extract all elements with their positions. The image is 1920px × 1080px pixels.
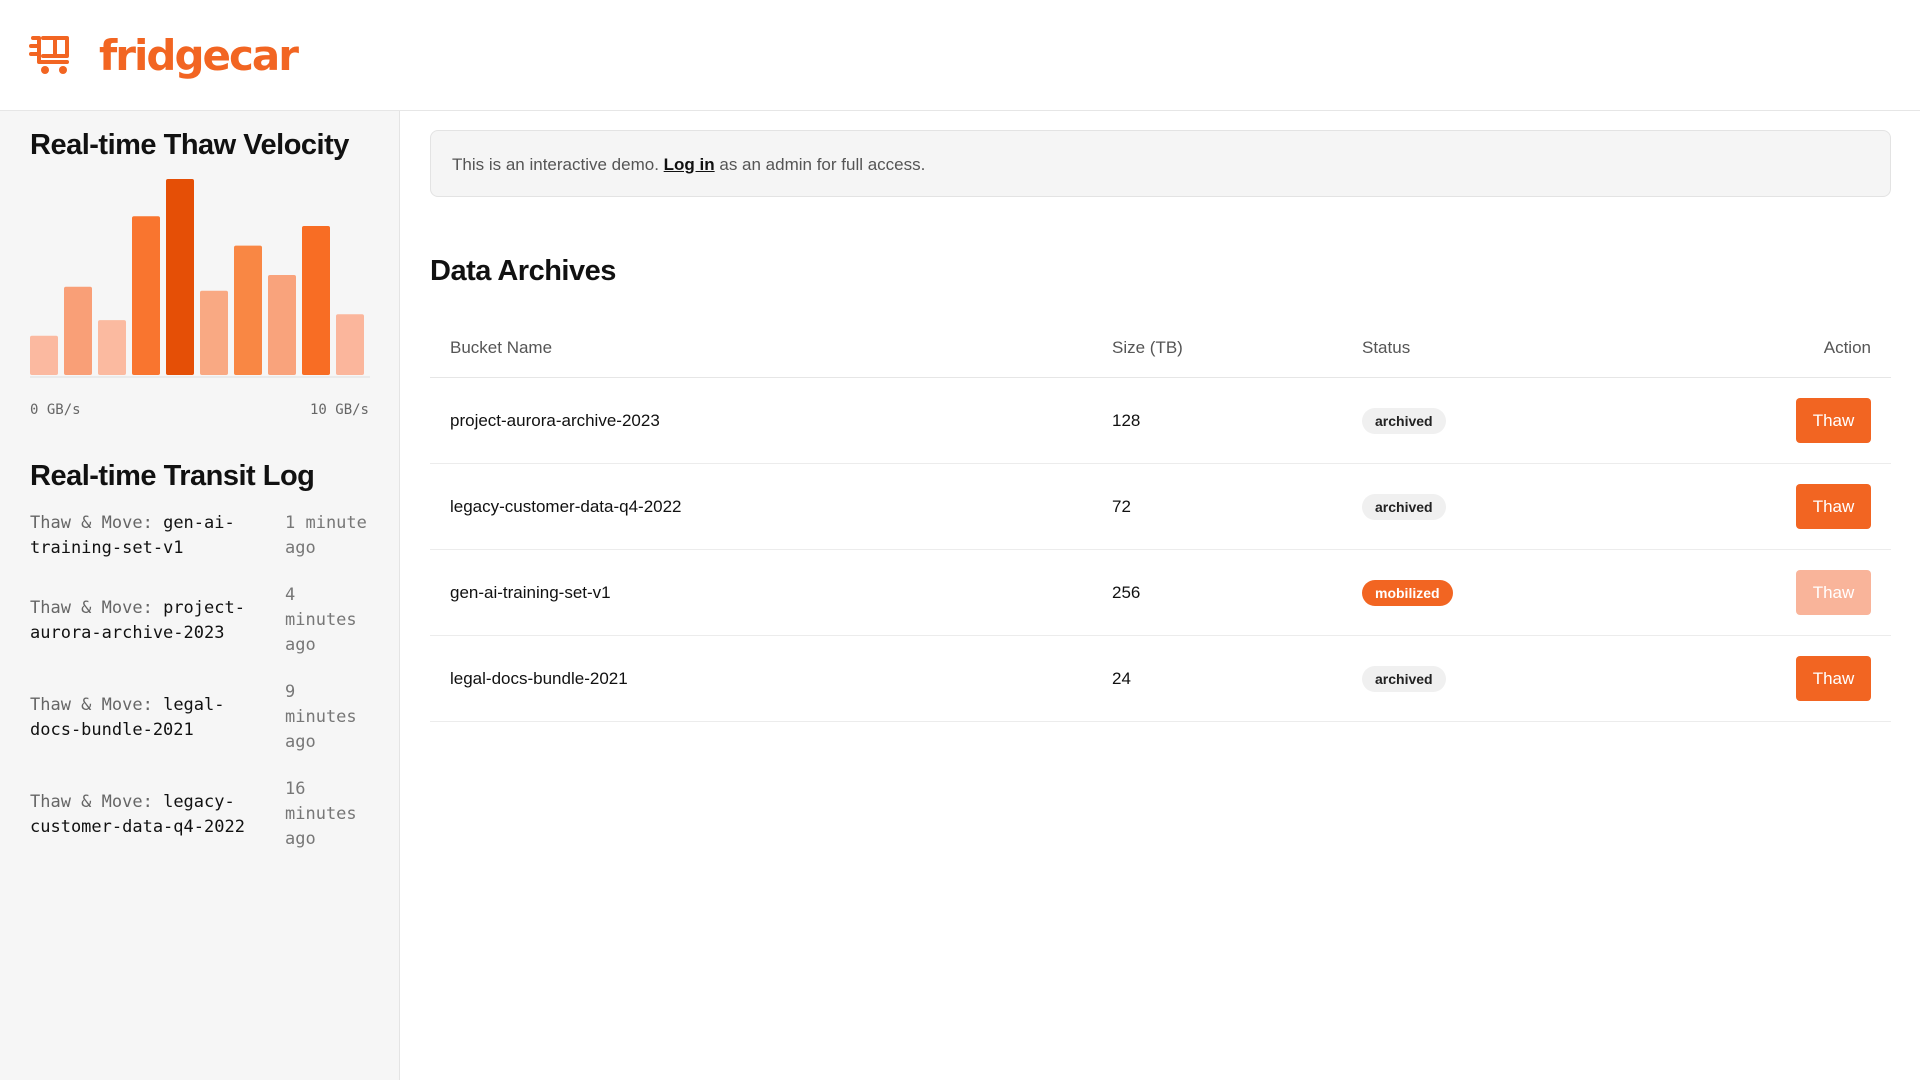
velocity-bar [132,216,160,375]
velocity-bar [268,275,296,375]
velocity-bar [98,320,126,375]
log-entry: Thaw & Move: gen-ai-training-set-v1 1 mi… [30,511,375,561]
bucket-size: 24 [1112,668,1131,688]
action-cell: Thaw [1796,550,1871,635]
login-link[interactable]: Log in [664,155,715,174]
transit-log: Thaw & Move: gen-ai-training-set-v1 1 mi… [30,511,375,874]
status-cell: archived [1362,636,1446,721]
table-row: legal-docs-bundle-2021 24 archived Thaw [430,636,1891,722]
axis-min-label: 0 GB/s [30,402,81,418]
bucket-size: 256 [1112,582,1141,602]
column-header-size: Size (TB) [1112,337,1183,357]
page-title: Data Archives [430,255,616,287]
demo-banner: This is an interactive demo. Log in as a… [430,130,1891,197]
status-cell: archived [1362,464,1446,549]
banner-prefix: This is an interactive demo. [452,155,664,174]
log-entry-time: 9 minutes ago [285,682,357,752]
status-badge: mobilized [1362,579,1453,606]
brand-logo-text[interactable]: fridgecar [99,30,299,82]
status-badge: archived [1362,493,1446,520]
archives-table: Bucket Name Size (TB) Status Action proj… [430,318,1891,722]
bucket-size: 128 [1112,410,1141,430]
log-entry-time: 1 minute ago [285,513,367,558]
log-entry: Thaw & Move: legal-docs-bundle-2021 9 mi… [30,680,375,755]
table-row: gen-ai-training-set-v1 256 mobilized Tha… [430,550,1891,636]
velocity-bar [64,286,92,375]
thaw-button[interactable]: Thaw [1796,398,1871,443]
column-header-status: Status [1362,337,1411,357]
status-badge: archived [1362,665,1446,692]
column-header-action: Action [1823,337,1871,357]
bucket-name: legal-docs-bundle-2021 [450,668,628,688]
log-entry-desc: Thaw & Move: gen-ai-training-set-v1 [30,511,260,561]
velocity-bar [166,179,194,375]
bucket-size: 72 [1112,496,1131,516]
log-entry-label: Thaw & Move: [30,791,153,812]
action-cell: Thaw [1796,378,1871,463]
bucket-name: gen-ai-training-set-v1 [450,582,611,602]
status-cell: archived [1362,378,1446,463]
log-entry-time: 16 minutes ago [285,779,357,849]
thaw-button[interactable]: Thaw [1796,570,1871,615]
app-header: fridgecar [0,0,1920,111]
log-entry-label: Thaw & Move: [30,513,153,533]
velocity-bar [234,245,262,375]
table-row: project-aurora-archive-2023 128 archived… [430,378,1891,464]
action-cell: Thaw [1796,464,1871,549]
velocity-title: Real-time Thaw Velocity [30,129,349,161]
velocity-bar [200,290,228,375]
log-entry-time: 4 minutes ago [285,585,357,655]
column-header-bucket-name: Bucket Name [450,337,553,357]
log-entry-label: Thaw & Move: [30,694,153,715]
thaw-velocity-svg [30,179,370,378]
action-cell: Thaw [1796,636,1871,721]
velocity-bar [336,314,364,375]
status-cell: mobilized [1362,550,1453,635]
thaw-button[interactable]: Thaw [1796,656,1871,701]
velocity-bar [302,226,330,375]
log-entry-desc: Thaw & Move: legal-docs-bundle-2021 [30,693,260,743]
log-entry: Thaw & Move: project-aurora-archive-2023… [30,583,375,658]
table-row: legacy-customer-data-q4-2022 72 archived… [430,464,1891,550]
cart-icon[interactable] [29,32,73,76]
log-entry: Thaw & Move: legacy-customer-data-q4-202… [30,777,375,852]
thaw-velocity-chart [30,179,370,379]
log-entry-desc: Thaw & Move: project-aurora-archive-2023 [30,596,260,646]
bucket-name: project-aurora-archive-2023 [450,410,660,430]
sidebar: Real-time Thaw Velocity 0 GB/s 10 GB/s R… [0,111,400,1080]
bucket-name: legacy-customer-data-q4-2022 [450,496,682,516]
thaw-button[interactable]: Thaw [1796,484,1871,529]
status-badge: archived [1362,407,1446,434]
banner-suffix: as an admin for full access. [714,155,926,174]
table-header: Bucket Name Size (TB) Status Action [430,318,1891,378]
log-entry-label: Thaw & Move: [30,597,153,618]
axis-max-label: 10 GB/s [309,402,369,418]
velocity-bar [30,335,58,375]
log-entry-desc: Thaw & Move: legacy-customer-data-q4-202… [30,790,260,840]
transit-log-title: Real-time Transit Log [30,460,315,492]
